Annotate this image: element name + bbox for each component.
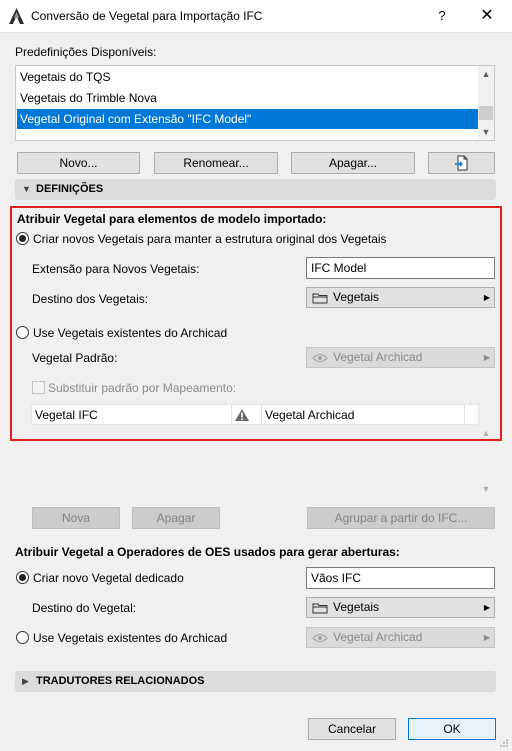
oes-title: Atribuir Vegetal a Operadores de OES usa…: [15, 545, 400, 559]
destination-dropdown[interactable]: Vegetais ▶: [306, 287, 495, 308]
destination-label: Destino dos Vegetais:: [32, 292, 149, 306]
oes-destination-dropdown[interactable]: Vegetais ▶: [306, 597, 495, 618]
mapping-table-header: Vegetal IFC Vegetal Archicad: [31, 404, 479, 425]
default-layer-dropdown[interactable]: Vegetal Archicad ▶: [306, 347, 495, 368]
list-item-selected[interactable]: Vegetal Original com Extensão "IFC Model…: [17, 109, 479, 129]
translators-header-label: TRADUTORES RELACIONADOS: [36, 675, 205, 687]
destination-value: Vegetais: [333, 290, 380, 304]
extension-field[interactable]: IFC Model: [306, 257, 495, 279]
definitions-section-header[interactable]: ▼ DEFINIÇÕES: [15, 179, 496, 200]
rename-preset-button[interactable]: Renomear...: [154, 152, 278, 174]
help-button[interactable]: ?: [430, 5, 454, 27]
oes-use-existing-label[interactable]: Use Vegetais existentes do Archicad: [33, 631, 227, 645]
definitions-header-label: DEFINIÇÕES: [36, 183, 104, 195]
dedicated-layer-field[interactable]: Vãos IFC: [306, 567, 495, 589]
extension-label: Extensão para Novos Vegetais:: [32, 262, 200, 276]
table-scrollbar[interactable]: ▲ ▼: [478, 425, 494, 497]
ok-button[interactable]: OK: [408, 718, 496, 740]
replace-default-label: Substituir padrão por Mapeamento:: [48, 381, 237, 395]
list-item[interactable]: Vegetais do TQS: [17, 67, 479, 87]
use-existing-layers-radio[interactable]: [16, 326, 29, 339]
replace-default-checkbox[interactable]: [32, 381, 45, 394]
title-bar: Conversão de Vegetal para Importação IFC…: [0, 0, 512, 33]
group-from-ifc-button[interactable]: Agrupar a partir do IFC...: [307, 507, 495, 529]
translators-section-header[interactable]: ▶ TRADUTORES RELACIONADOS: [15, 671, 496, 692]
scroll-down-icon[interactable]: ▼: [478, 481, 494, 497]
warning-icon: [235, 409, 249, 421]
folder-icon: [312, 293, 328, 304]
column-divider: [464, 405, 465, 425]
dropdown-arrow-icon: ▶: [483, 603, 490, 612]
new-preset-button[interactable]: Novo...: [17, 152, 140, 174]
delete-mapping-button[interactable]: Apagar: [132, 507, 220, 529]
group-title: Atribuir Vegetal para elementos de model…: [17, 212, 327, 226]
eye-icon: [312, 354, 328, 362]
eye-icon: [312, 634, 328, 642]
oes-existing-dropdown[interactable]: Vegetal Archicad ▶: [306, 627, 495, 648]
create-new-layers-label[interactable]: Criar novos Vegetais para manter a estru…: [33, 232, 387, 246]
scroll-up-icon[interactable]: ▲: [478, 425, 494, 441]
dropdown-arrow-icon: ▶: [483, 353, 490, 362]
new-mapping-button[interactable]: Nova: [32, 507, 120, 529]
col-ifc-layer[interactable]: Vegetal IFC: [32, 405, 98, 425]
list-scrollbar[interactable]: ▲ ▼: [478, 66, 494, 140]
oes-destination-label: Destino do Vegetal:: [32, 601, 137, 615]
close-button[interactable]: ✕: [473, 5, 501, 27]
resize-grip-icon[interactable]: [499, 738, 509, 748]
scroll-down-icon[interactable]: ▼: [478, 124, 494, 140]
oes-use-existing-radio[interactable]: [16, 631, 29, 644]
cancel-button[interactable]: Cancelar: [308, 718, 396, 740]
create-dedicated-layer-radio[interactable]: [16, 571, 29, 584]
import-file-icon: [455, 155, 468, 171]
use-existing-layers-label[interactable]: Use Vegetais existentes do Archicad: [33, 326, 227, 340]
default-layer-value: Vegetal Archicad: [333, 350, 423, 364]
collapse-arrow-icon: ▼: [22, 184, 31, 194]
presets-label: Predefinições Disponíveis:: [15, 45, 157, 59]
import-preset-button[interactable]: [428, 152, 495, 174]
oes-destination-value: Vegetais: [333, 600, 380, 614]
dropdown-arrow-icon: ▶: [483, 293, 490, 302]
list-item[interactable]: Vegetais do Trimble Nova: [17, 88, 479, 108]
delete-preset-button[interactable]: Apagar...: [291, 152, 415, 174]
scroll-up-icon[interactable]: ▲: [478, 66, 494, 82]
default-layer-label: Vegetal Padrão:: [32, 351, 118, 365]
create-dedicated-layer-label[interactable]: Criar novo Vegetal dedicado: [33, 571, 184, 585]
dropdown-arrow-icon: ▶: [483, 633, 490, 642]
col-archicad-layer[interactable]: Vegetal Archicad: [262, 405, 354, 425]
scroll-thumb[interactable]: [479, 106, 493, 120]
window-title: Conversão de Vegetal para Importação IFC: [31, 9, 263, 23]
create-new-layers-radio[interactable]: [16, 232, 29, 245]
expand-arrow-icon: ▶: [22, 676, 29, 686]
oes-existing-value: Vegetal Archicad: [333, 630, 423, 644]
column-divider: [231, 405, 232, 425]
presets-list[interactable]: Vegetais do TQS Vegetais do Trimble Nova…: [15, 65, 495, 141]
archicad-app-icon: [9, 8, 24, 24]
folder-icon: [312, 603, 328, 614]
